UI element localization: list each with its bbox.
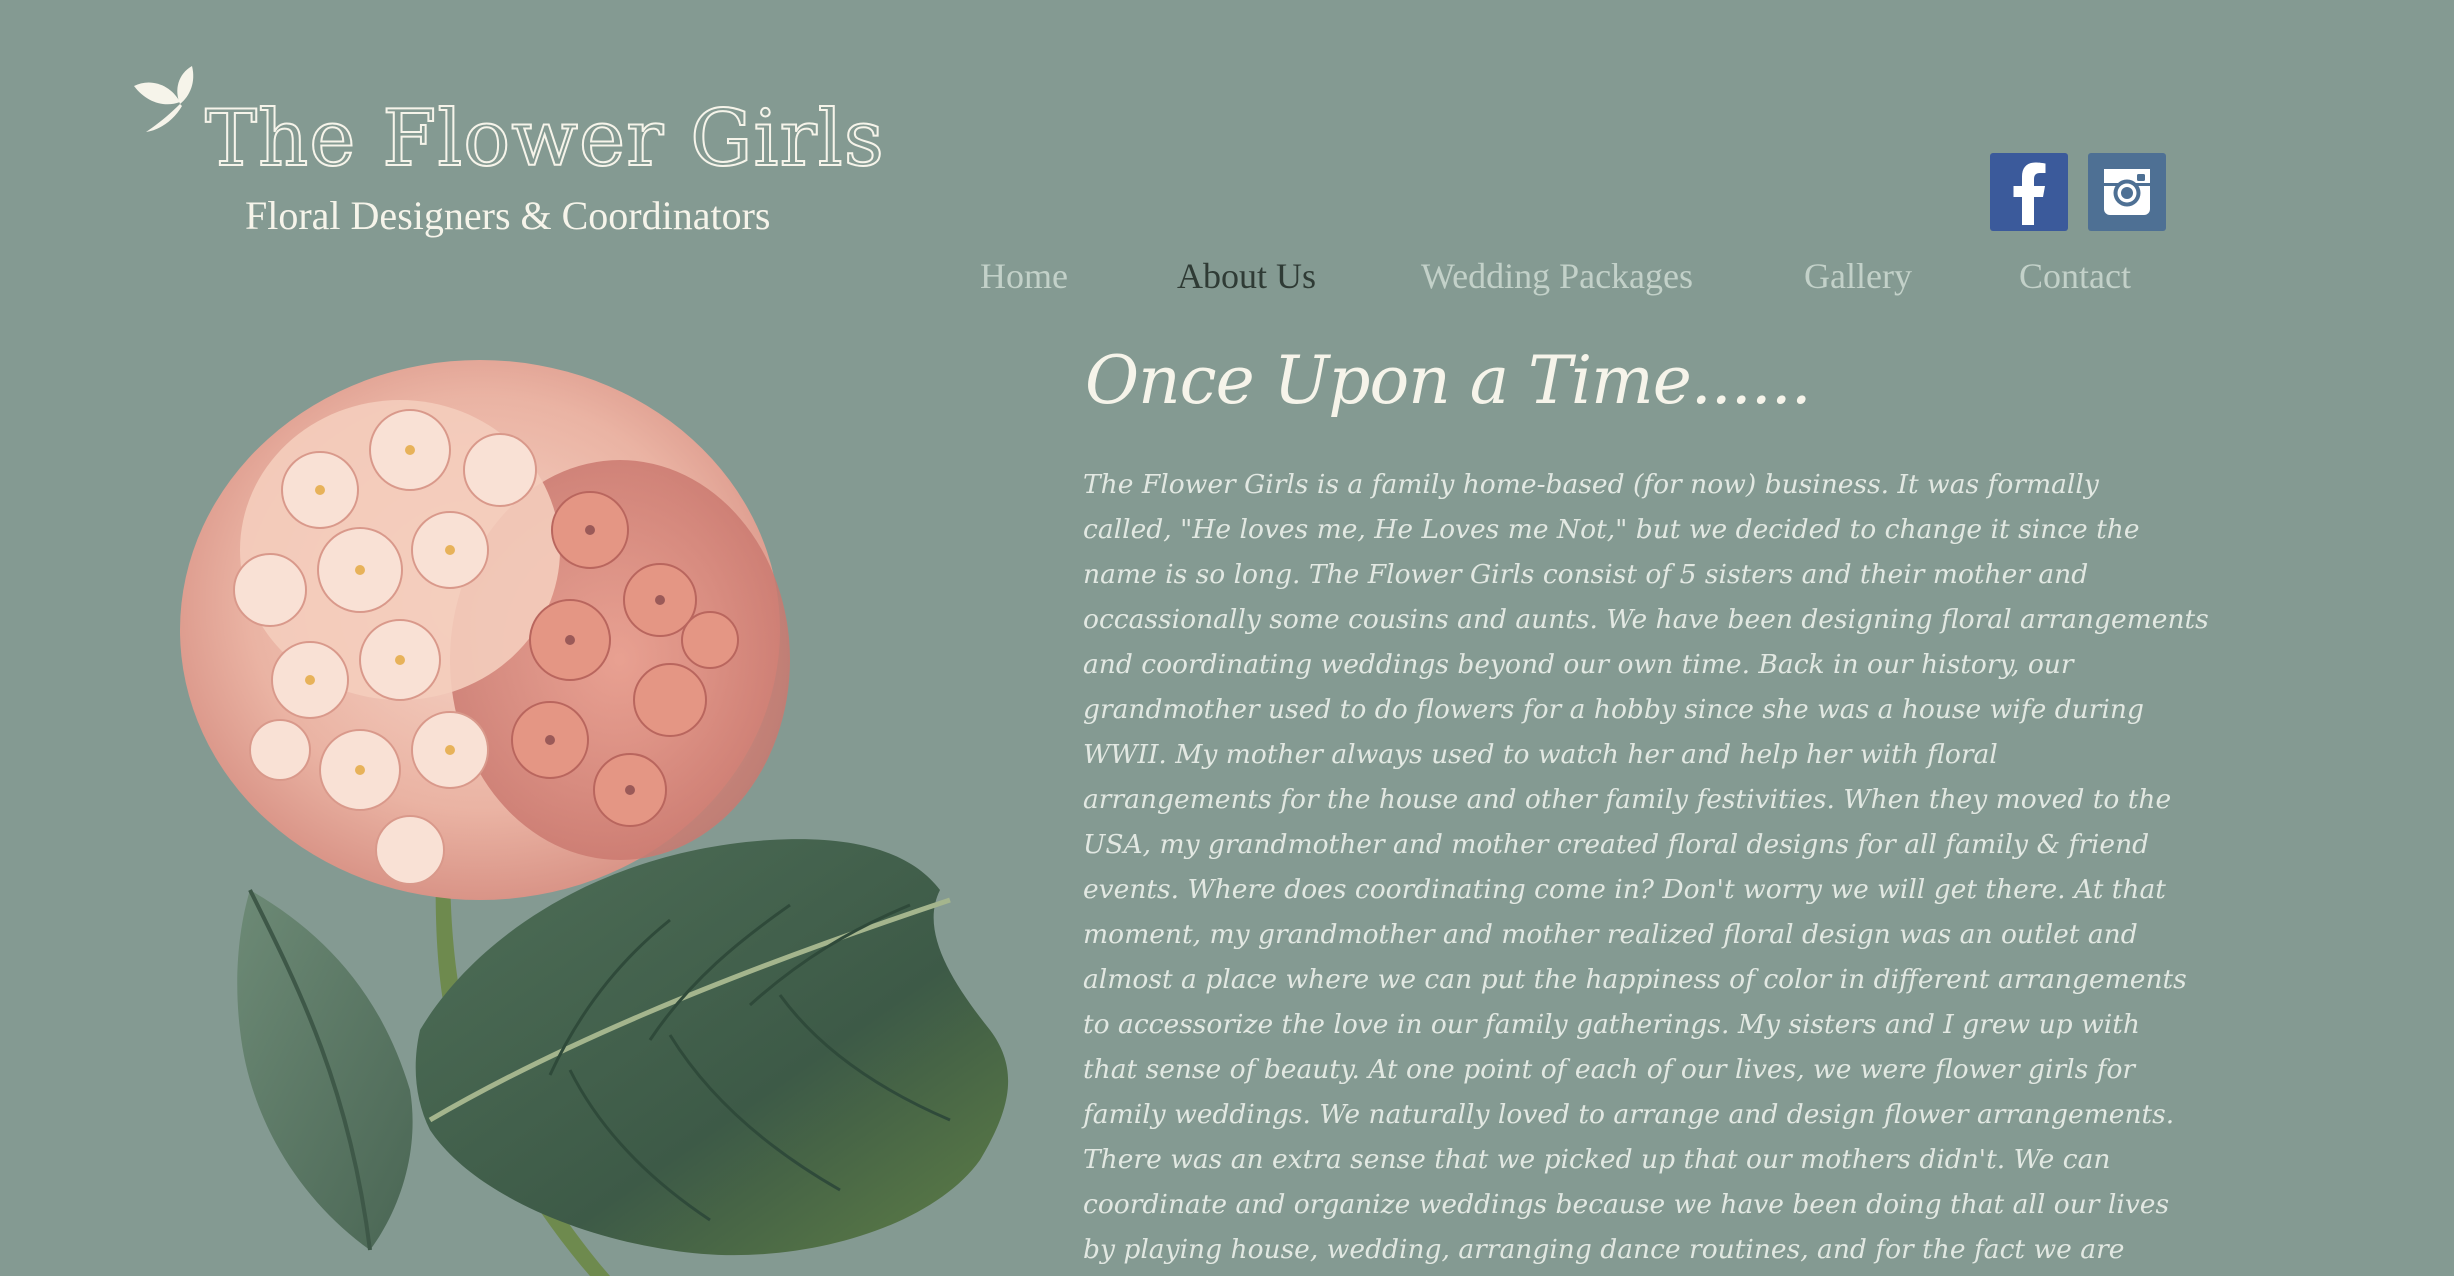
story-line: grandmother used to do flowers for a hob… (1083, 694, 2144, 725)
story-line: WWII. My mother always used to watch her… (1083, 739, 1998, 770)
nav-contact[interactable]: Contact (2019, 258, 2131, 294)
story-line: coordinate and organize weddings because… (1083, 1189, 2170, 1220)
story-line: The Flower Girls is a family home-based … (1083, 469, 2099, 500)
story-heading: Once Upon a Time...... (1085, 342, 1812, 419)
nav-gallery[interactable]: Gallery (1804, 258, 1912, 294)
story-line: family weddings. We naturally loved to a… (1083, 1099, 2175, 1130)
hydrangea-illustration (180, 360, 1009, 1276)
instagram-link[interactable] (2088, 153, 2166, 231)
story-line: events. Where does coordinating come in?… (1083, 874, 2166, 905)
story-line: moment, my grandmother and mother realiz… (1083, 919, 2138, 950)
story-line: almost a place where we can put the happ… (1083, 964, 2187, 995)
story-line: by playing house, wedding, arranging dan… (1083, 1234, 2125, 1265)
logo-link[interactable]: The Flower Girls Floral Designers & Coor… (0, 0, 885, 250)
nav-home[interactable]: Home (980, 258, 1068, 294)
story-line: occassionally some cousins and aunts. We… (1083, 604, 2209, 635)
facebook-icon (2013, 162, 2046, 225)
instagram-icon (2104, 169, 2150, 215)
nav-wedding-packages[interactable]: Wedding Packages (1421, 258, 1693, 294)
story-line: to accessorize the love in our family ga… (1083, 1009, 2140, 1040)
site-subtitle: Floral Designers & Coordinators (245, 193, 771, 238)
facebook-link[interactable] (1990, 153, 2068, 231)
leaf-icon (134, 66, 194, 132)
story-line: There was an extra sense that we picked … (1083, 1144, 2111, 1175)
story-line: arrangements for the house and other fam… (1083, 784, 2172, 815)
story-line: called, "He loves me, He Loves me Not," … (1083, 514, 2140, 545)
story-line: USA, my grandmother and mother created f… (1083, 829, 2150, 860)
story-line: and coordinating weddings beyond our own… (1083, 649, 2074, 680)
site-title: The Flower Girls (204, 94, 885, 184)
story-line: name is so long. The Flower Girls consis… (1083, 559, 2089, 590)
story-text: The Flower Girls is a family home-based … (1083, 462, 2209, 1272)
page: The Flower Girls Floral Designers & Coor… (0, 0, 2454, 1276)
nav-about-us[interactable]: About Us (1177, 258, 1316, 294)
story-line: that sense of beauty. At one point of ea… (1083, 1054, 2136, 1085)
